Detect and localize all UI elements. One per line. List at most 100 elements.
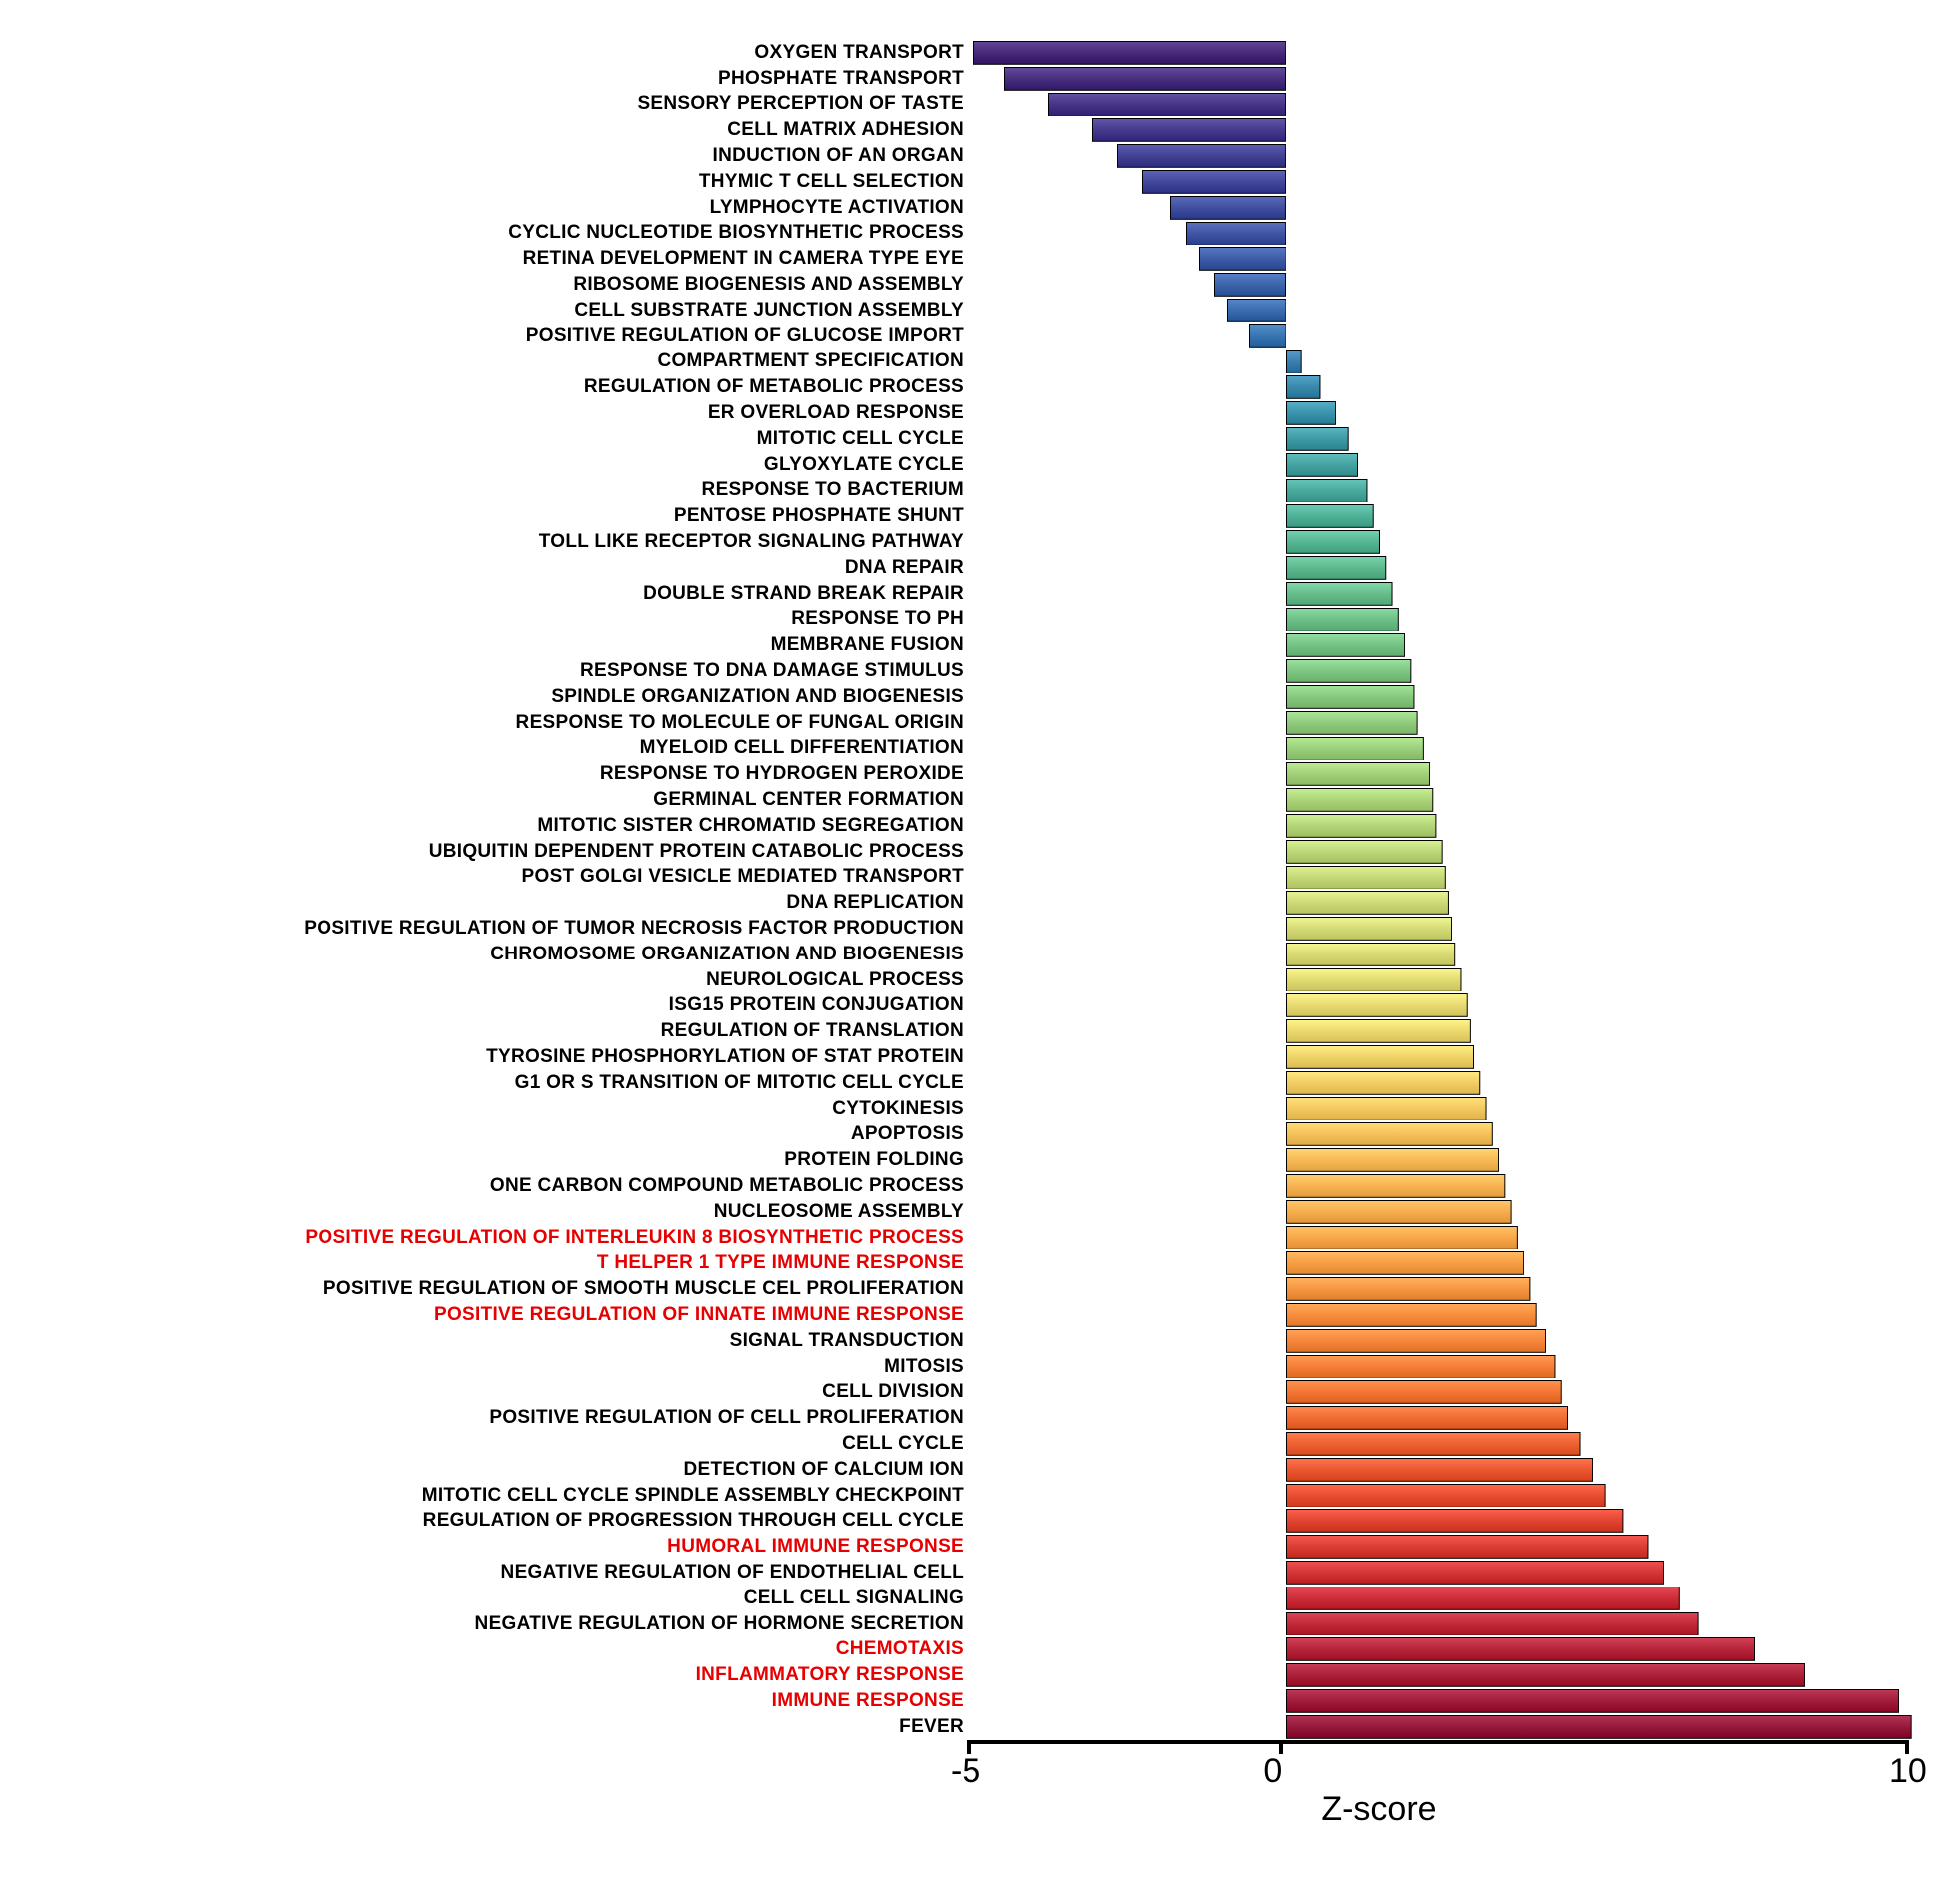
bar bbox=[1286, 1355, 1555, 1379]
bar-zone bbox=[974, 1328, 1907, 1354]
bar-zone bbox=[974, 1405, 1907, 1431]
chart-row: APOPTOSIS bbox=[40, 1121, 1907, 1147]
bar bbox=[1286, 1226, 1518, 1250]
category-label: MITOTIC SISTER CHROMATID SEGREGATION bbox=[40, 815, 974, 837]
category-label: POSITIVE REGULATION OF GLUCOSE IMPORT bbox=[40, 325, 974, 347]
bar-zone bbox=[974, 503, 1907, 529]
bar-zone bbox=[974, 736, 1907, 762]
bar bbox=[1286, 840, 1443, 864]
bar-zone bbox=[974, 400, 1907, 426]
category-label: ISG15 PROTEIN CONJUGATION bbox=[40, 994, 974, 1016]
chart-row: NEGATIVE REGULATION OF HORMONE SECRETION bbox=[40, 1611, 1907, 1637]
bar-zone bbox=[974, 1199, 1907, 1225]
category-label: DNA REPLICATION bbox=[40, 892, 974, 914]
bar-zone bbox=[974, 1714, 1907, 1740]
chart-row: PENTOSE PHOSPHATE SHUNT bbox=[40, 503, 1907, 529]
bar bbox=[1227, 299, 1287, 322]
chart-row: POSITIVE REGULATION OF INNATE IMMUNE RES… bbox=[40, 1302, 1907, 1328]
bar-zone bbox=[974, 452, 1907, 478]
chart-row: SPINDLE ORGANIZATION AND BIOGENESIS bbox=[40, 684, 1907, 710]
chart-row: IMMUNE RESPONSE bbox=[40, 1688, 1907, 1714]
category-label: CHROMOSOME ORGANIZATION AND BIOGENESIS bbox=[40, 944, 974, 965]
chart-row: MITOSIS bbox=[40, 1354, 1907, 1380]
x-axis-title: Z-score bbox=[1321, 1790, 1436, 1829]
bar bbox=[1286, 1251, 1524, 1275]
chart-row: CYTOKINESIS bbox=[40, 1096, 1907, 1122]
category-label: PENTOSE PHOSPHATE SHUNT bbox=[40, 505, 974, 527]
bar-zone bbox=[974, 323, 1907, 349]
chart-row: RESPONSE TO DNA DAMAGE STIMULUS bbox=[40, 658, 1907, 684]
chart-row: POSITIVE REGULATION OF INTERLEUKIN 8 BIO… bbox=[40, 1225, 1907, 1251]
category-label: TOLL LIKE RECEPTOR SIGNALING PATHWAY bbox=[40, 531, 974, 553]
chart-row: LYMPHOCYTE ACTIVATION bbox=[40, 195, 1907, 221]
category-label: SENSORY PERCEPTION OF TASTE bbox=[40, 93, 974, 115]
bar bbox=[1286, 453, 1358, 477]
category-label: CYTOKINESIS bbox=[40, 1098, 974, 1120]
chart-row: SIGNAL TRANSDUCTION bbox=[40, 1328, 1907, 1354]
chart-row: CELL CELL SIGNALING bbox=[40, 1586, 1907, 1611]
category-label: POSITIVE REGULATION OF INTERLEUKIN 8 BIO… bbox=[40, 1227, 974, 1249]
bar bbox=[1048, 93, 1286, 117]
bar bbox=[1286, 401, 1336, 425]
category-label: REGULATION OF TRANSLATION bbox=[40, 1020, 974, 1042]
chart-row: CELL MATRIX ADHESION bbox=[40, 117, 1907, 143]
x-axis bbox=[969, 1740, 1907, 1744]
category-label: CELL SUBSTRATE JUNCTION ASSEMBLY bbox=[40, 300, 974, 321]
category-label: NEGATIVE REGULATION OF HORMONE SECRETION bbox=[40, 1613, 974, 1635]
category-label: RIBOSOME BIOGENESIS AND ASSEMBLY bbox=[40, 274, 974, 296]
category-label: TYROSINE PHOSPHORYLATION OF STAT PROTEIN bbox=[40, 1046, 974, 1068]
chart-row: PHOSPHATE TRANSPORT bbox=[40, 66, 1907, 92]
bar-zone bbox=[974, 632, 1907, 658]
category-label: MYELOID CELL DIFFERENTIATION bbox=[40, 737, 974, 759]
bar-zone bbox=[974, 117, 1907, 143]
bar bbox=[1286, 866, 1446, 890]
bar-zone bbox=[974, 1354, 1907, 1380]
bar-zone bbox=[974, 916, 1907, 942]
bar bbox=[1170, 196, 1286, 220]
bar-zone bbox=[974, 684, 1907, 710]
chart-row: MEMBRANE FUSION bbox=[40, 632, 1907, 658]
bar-zone bbox=[974, 169, 1907, 195]
category-label: DETECTION OF CALCIUM ION bbox=[40, 1459, 974, 1481]
bar-zone bbox=[974, 1070, 1907, 1096]
category-label: GLYOXYLATE CYCLE bbox=[40, 454, 974, 476]
chart-row: POSITIVE REGULATION OF SMOOTH MUSCLE CEL… bbox=[40, 1276, 1907, 1302]
bar bbox=[1286, 1663, 1805, 1687]
bar bbox=[1286, 659, 1411, 683]
bar bbox=[1286, 375, 1320, 399]
bar bbox=[1286, 788, 1433, 812]
bar-zone bbox=[974, 839, 1907, 865]
category-label: THYMIC T CELL SELECTION bbox=[40, 171, 974, 193]
chart-row: UBIQUITIN DEPENDENT PROTEIN CATABOLIC PR… bbox=[40, 839, 1907, 865]
bar bbox=[1286, 1406, 1568, 1430]
bar bbox=[1286, 1380, 1562, 1404]
category-label: MITOTIC CELL CYCLE bbox=[40, 428, 974, 450]
bar bbox=[1286, 814, 1436, 838]
bar-zone bbox=[974, 66, 1907, 92]
bar bbox=[1286, 427, 1349, 451]
category-label: LYMPHOCYTE ACTIVATION bbox=[40, 197, 974, 219]
chart-row: T HELPER 1 TYPE IMMUNE RESPONSE bbox=[40, 1250, 1907, 1276]
category-label: CYCLIC NUCLEOTIDE BIOSYNTHETIC PROCESS bbox=[40, 222, 974, 244]
z-score-bar-chart: OXYGEN TRANSPORTPHOSPHATE TRANSPORTSENSO… bbox=[40, 40, 1907, 1784]
bar bbox=[1117, 144, 1286, 168]
bar bbox=[974, 41, 1286, 65]
bar-zone bbox=[974, 298, 1907, 323]
chart-row: RESPONSE TO PH bbox=[40, 607, 1907, 633]
bar-zone bbox=[974, 426, 1907, 452]
chart-row: RIBOSOME BIOGENESIS AND ASSEMBLY bbox=[40, 272, 1907, 298]
chart-row: OXYGEN TRANSPORT bbox=[40, 40, 1907, 66]
bar bbox=[1286, 891, 1449, 915]
category-label: DNA REPAIR bbox=[40, 557, 974, 579]
chart-row: MYELOID CELL DIFFERENTIATION bbox=[40, 736, 1907, 762]
bar-zone bbox=[974, 1560, 1907, 1586]
category-label: FEVER bbox=[40, 1716, 974, 1738]
category-label: CELL CELL SIGNALING bbox=[40, 1587, 974, 1609]
chart-row: GERMINAL CENTER FORMATION bbox=[40, 787, 1907, 813]
bar bbox=[1286, 1458, 1593, 1482]
category-label: CELL MATRIX ADHESION bbox=[40, 119, 974, 141]
bar-zone bbox=[974, 1611, 1907, 1637]
category-label: NEGATIVE REGULATION OF ENDOTHELIAL CELL bbox=[40, 1562, 974, 1584]
category-label: ER OVERLOAD RESPONSE bbox=[40, 402, 974, 424]
bar bbox=[1286, 1509, 1623, 1533]
